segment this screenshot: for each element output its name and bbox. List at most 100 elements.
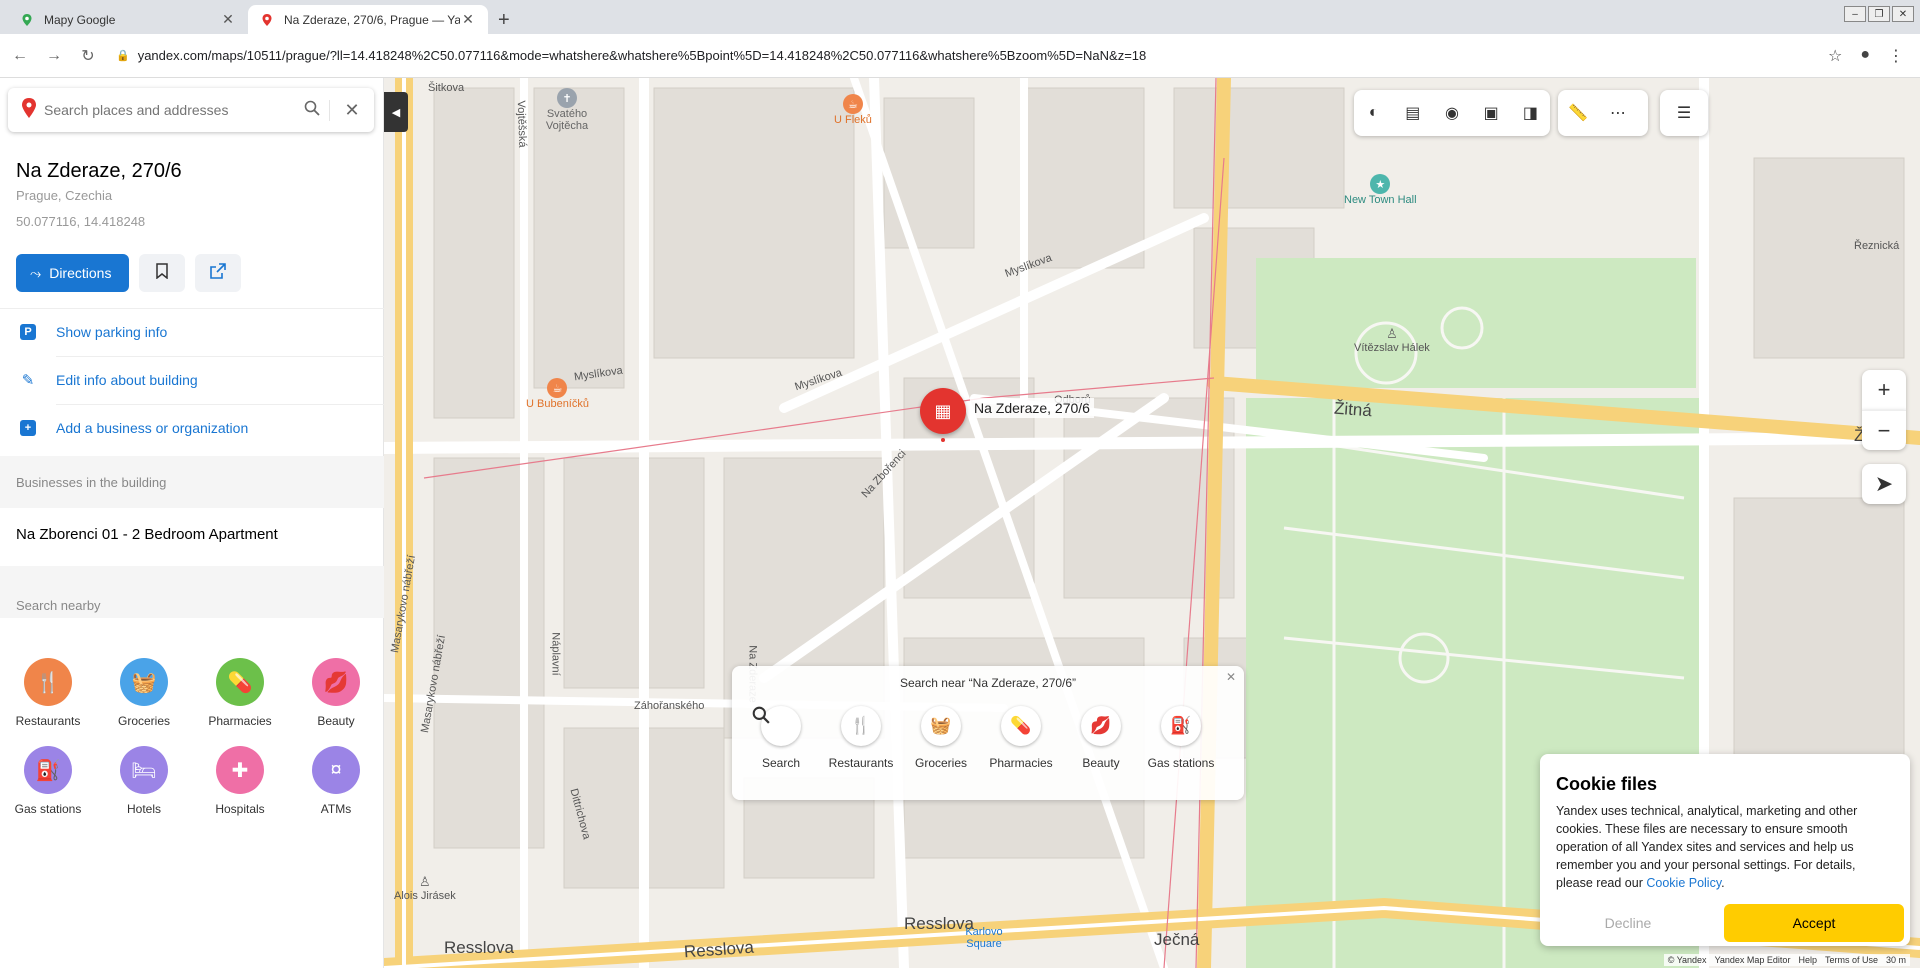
parking-icon: P — [20, 324, 36, 340]
restore-icon[interactable]: ❐ — [1868, 6, 1890, 22]
bookmark-button[interactable] — [139, 254, 186, 292]
map-layers-icon[interactable]: ▤ — [1393, 103, 1432, 123]
poi-u-bubenicku[interactable]: ☕ U Bubeníčků — [526, 378, 589, 410]
terms-link[interactable]: Terms of Use — [1825, 955, 1878, 965]
nearby-search-button[interactable]: Search — [752, 706, 810, 770]
show-parking-link[interactable]: P Show parking info — [0, 308, 384, 356]
forward-arrow-icon[interactable]: → — [40, 47, 68, 65]
window-close-icon[interactable]: ✕ — [1892, 6, 1914, 22]
fuel-icon: ⛽ — [24, 746, 72, 794]
business-item[interactable]: Na Zborenci 01 - 2 Bedroom Apartment — [16, 526, 278, 543]
browser-menu-icon[interactable]: ⋮ — [1888, 46, 1904, 66]
share-icon — [210, 262, 227, 284]
tab-close-icon[interactable]: ✕ — [220, 11, 236, 28]
ruler-icon[interactable]: 📏 — [1558, 103, 1598, 123]
cookie-policy-link[interactable]: Cookie Policy — [1646, 876, 1721, 890]
nearby-label: Gas stations — [1147, 756, 1215, 770]
search-input[interactable] — [44, 102, 294, 118]
zoom-out-button[interactable]: − — [1862, 410, 1906, 450]
location-marker[interactable]: ▦ — [920, 388, 966, 442]
traffic-layer-icon[interactable]: ◨ — [1511, 103, 1550, 123]
poi-new-town-hall[interactable]: ★ New Town Hall — [1344, 174, 1417, 206]
close-nearby-icon[interactable]: ✕ — [1226, 670, 1236, 684]
decline-button[interactable]: Decline — [1540, 904, 1716, 942]
category-gas-stations[interactable]: ⛽ Gas stations — [0, 746, 96, 816]
poi-karlovo-square[interactable]: Karlovo Square — [954, 926, 1014, 950]
poi-label: U Bubeníčků — [526, 398, 589, 410]
more-dots-icon[interactable]: ⋯ — [1598, 103, 1638, 123]
street-label: Resslova — [444, 938, 514, 957]
category-label: Restaurants — [15, 714, 81, 728]
place-title: Na Zderaze, 270/6 — [16, 160, 182, 182]
map-layer-controls: ◐ ▤ ◉ ▣ ◨ — [1354, 90, 1550, 136]
category-groceries[interactable]: 🧺 Groceries — [96, 658, 192, 728]
url-field[interactable]: 🔒 yandex.com/maps/10511/prague/?ll=14.41… — [116, 48, 1828, 63]
help-link[interactable]: Help — [1798, 955, 1817, 965]
clear-search-close-icon[interactable]: ✕ — [330, 100, 374, 121]
category-hotels[interactable]: 🛏 Hotels — [96, 746, 192, 816]
profile-icon[interactable]: ● — [1860, 46, 1870, 66]
zoom-in-button[interactable]: + — [1862, 370, 1906, 410]
category-atms[interactable]: ¤ ATMs — [288, 746, 384, 816]
collapse-panel-button[interactable]: ◀ — [384, 92, 408, 132]
back-arrow-icon[interactable]: ← — [6, 47, 34, 65]
nearby-restaurants-button[interactable]: 🍴 Restaurants — [829, 706, 893, 770]
search-box: ✕ — [8, 88, 374, 132]
atm-icon: ¤ — [312, 746, 360, 794]
globe-layer-icon[interactable]: ◐ — [1354, 104, 1393, 122]
map-editor-link[interactable]: Yandex Map Editor — [1715, 955, 1791, 965]
poi-statue-halek[interactable]: ♙ Vítězslav Hálek — [1354, 326, 1430, 354]
category-restaurants[interactable]: 🍴 Restaurants — [0, 658, 96, 728]
category-label: Hospitals — [215, 802, 265, 816]
place-coordinates[interactable]: 50.077116, 14.418248 — [16, 214, 145, 229]
pill-icon: 💊 — [216, 658, 264, 706]
category-pharmacies[interactable]: 💊 Pharmacies — [192, 658, 288, 728]
new-tab-plus-icon[interactable]: + — [498, 9, 510, 32]
tab-google-maps[interactable]: Mapy Google ✕ — [8, 5, 248, 34]
my-location-button[interactable]: ➤ — [1862, 464, 1906, 504]
street-label: Žitná — [1333, 398, 1373, 421]
edit-building-link[interactable]: ✎ Edit info about building — [0, 356, 384, 404]
nearby-label: Restaurants — [828, 756, 894, 770]
nearby-gas-stations-button[interactable]: ⛽ Gas stations — [1148, 706, 1214, 770]
directions-button[interactable]: ⤳ Directions — [16, 254, 130, 292]
share-button[interactable] — [195, 254, 242, 292]
hospital-icon: ✚ — [216, 746, 264, 794]
window-controls: – ❐ ✕ — [1844, 6, 1914, 22]
category-label: Groceries — [117, 714, 170, 728]
poi-statue-jirasek[interactable]: ♙ Alois Jirásek — [394, 874, 456, 902]
search-icon[interactable] — [294, 99, 330, 121]
tab-yandex-maps[interactable]: Na Zderaze, 270/6, Prague — Yandex Maps … — [248, 5, 488, 34]
search-nearby-panel: Search near “Na Zderaze, 270/6” ✕ Search… — [732, 666, 1244, 800]
nearby-beauty-button[interactable]: 💋 Beauty — [1072, 706, 1130, 770]
camera-panorama-icon[interactable]: ◉ — [1432, 103, 1471, 123]
map-menu-button[interactable]: ☰ — [1660, 90, 1708, 136]
bus-transit-icon[interactable]: ▣ — [1472, 103, 1511, 123]
nearby-pharmacies-button[interactable]: 💊 Pharmacies — [989, 706, 1053, 770]
category-hospitals[interactable]: ✚ Hospitals — [192, 746, 288, 816]
category-beauty[interactable]: 💋 Beauty — [288, 658, 384, 728]
place-city: Prague, Czechia — [16, 188, 113, 203]
category-label: Gas stations — [14, 802, 82, 816]
nearby-groceries-button[interactable]: 🧺 Groceries — [912, 706, 970, 770]
fork-knife-icon: 🍴 — [24, 658, 72, 706]
link-label: Edit info about building — [56, 372, 198, 388]
address-bar: ← → ↻ 🔒 yandex.com/maps/10511/prague/?ll… — [0, 34, 1920, 78]
add-business-link[interactable]: + Add a business or organization — [0, 404, 384, 452]
map-canvas[interactable]: Šitkova Vojtěšská Myslíkova Myslíkova My… — [384, 78, 1920, 968]
poi-u-fleku[interactable]: ☕ U Fleků — [834, 94, 872, 126]
marker-dot — [941, 438, 945, 442]
pencil-icon: ✎ — [21, 372, 35, 389]
poi-church[interactable]: ✝ Svatého Vojtěcha — [532, 88, 602, 132]
bookmark-star-icon[interactable]: ☆ — [1828, 46, 1842, 66]
basket-icon: 🧺 — [921, 706, 961, 746]
category-label: ATMs — [320, 802, 352, 816]
poi-label: Svatého Vojtěcha — [545, 108, 589, 132]
search-nearby-title: Search near “Na Zderaze, 270/6” — [899, 676, 1077, 690]
link-label: Show parking info — [56, 324, 168, 340]
tab-close-icon[interactable]: ✕ — [460, 11, 476, 28]
accept-button[interactable]: Accept — [1724, 904, 1904, 942]
reload-icon[interactable]: ↻ — [74, 46, 102, 66]
cookie-dialog: Cookie files Yandex uses technical, anal… — [1540, 754, 1910, 946]
minimize-icon[interactable]: – — [1844, 6, 1866, 22]
